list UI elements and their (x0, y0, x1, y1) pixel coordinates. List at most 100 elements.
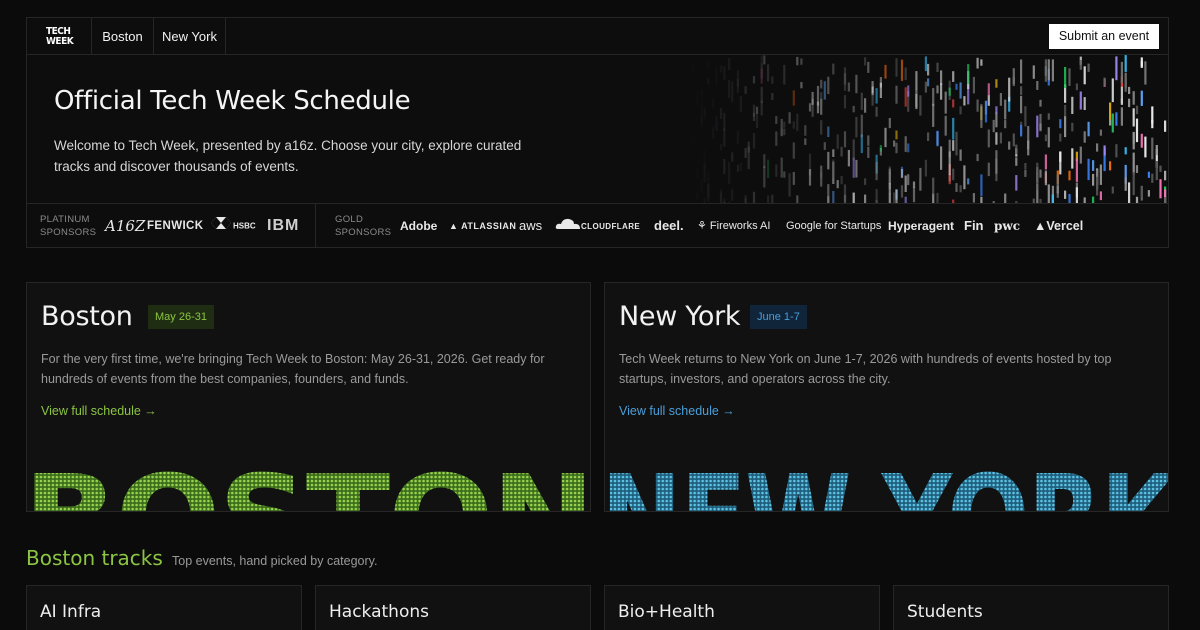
vercel-logo[interactable]: ▲Vercel (1034, 217, 1083, 235)
viz-bar (919, 177, 922, 191)
viz-bar (827, 76, 830, 95)
viz-bar (867, 135, 870, 146)
submit-event-button[interactable]: Submit an event (1049, 24, 1159, 49)
viz-bar (1015, 145, 1018, 155)
viz-bar (1120, 107, 1123, 126)
fin-logo[interactable]: Fin (964, 217, 984, 235)
track-card-ai-infra[interactable]: AI Infra (26, 585, 302, 630)
viz-bar (840, 146, 843, 157)
viz-bar (944, 91, 947, 114)
viz-bar (1164, 170, 1167, 181)
viz-bar (832, 191, 835, 203)
viz-bar (959, 185, 962, 193)
hero-frame: TECH WEEK Boston New York Submit an even… (26, 17, 1169, 248)
viz-bar (893, 192, 896, 203)
google-for-startups-logo[interactable]: Google for Startups (786, 217, 881, 235)
logo-line-1: TECH (46, 25, 71, 37)
viz-bar (987, 129, 990, 148)
viz-bar (940, 146, 943, 170)
viz-bar (1115, 112, 1118, 126)
view-schedule-link[interactable]: View full schedule → (619, 404, 735, 418)
viz-bar (915, 71, 918, 91)
viz-bar (867, 146, 870, 158)
nav-link-boston[interactable]: Boston (92, 18, 154, 55)
pwc-logo[interactable]: pwc (994, 217, 1020, 235)
viz-bar (900, 169, 904, 179)
viz-bar (959, 106, 962, 115)
deel-logo[interactable]: deel. (654, 217, 684, 235)
fireworks-ai-logo[interactable]: ⚘ Fireworks AI (697, 217, 770, 235)
viz-bar (843, 184, 847, 203)
viz-bar (1155, 161, 1158, 181)
viz-bar (1092, 173, 1095, 186)
viz-bar (992, 119, 995, 133)
track-name: Bio+Health (618, 602, 715, 622)
nav-link-new-york[interactable]: New York (154, 18, 226, 55)
track-card-bio-health[interactable]: Bio+Health (604, 585, 880, 630)
viz-bar (1135, 165, 1139, 173)
viz-bar (952, 99, 955, 108)
viz-bar (1044, 154, 1047, 170)
logo-text: TECH WEEK (46, 25, 74, 47)
viz-bar (855, 117, 858, 138)
viz-bar (827, 151, 830, 170)
vercel-text: Vercel (1046, 219, 1084, 233)
viz-bar (940, 83, 943, 100)
ibm-logo[interactable]: IBM (267, 217, 299, 235)
viz-bar (1044, 170, 1047, 186)
adobe-logo[interactable]: Adobe (400, 217, 437, 235)
cloudflare-logo[interactable]: CLOUDFLARE (555, 217, 640, 235)
viz-bar (1083, 131, 1086, 143)
hero-section: Official Tech Week Schedule Welcome to T… (27, 55, 1168, 203)
viz-bar (1064, 190, 1067, 199)
hsbc-logo[interactable]: HSBC (211, 217, 256, 235)
aws-logo[interactable]: aws (519, 217, 542, 235)
track-card-hackathons[interactable]: Hackathons (315, 585, 591, 630)
viz-bar (927, 78, 930, 87)
city-card-new-york[interactable]: New York June 1-7 Tech Week returns to N… (604, 282, 1169, 512)
fireworks-icon: ⚘ (697, 220, 710, 232)
atlassian-logo[interactable]: ▲ ATLASSIAN (449, 217, 516, 235)
viz-bar (895, 85, 898, 104)
viz-bar (987, 83, 990, 96)
viz-bar (907, 174, 910, 186)
viz-bar (1071, 122, 1074, 132)
viz-bar (952, 117, 955, 140)
a16z-logo[interactable]: A16Z (105, 217, 145, 235)
viz-bar (936, 131, 939, 147)
vercel-triangle-icon: ▲ (1034, 219, 1047, 233)
viz-bar (1144, 136, 1147, 158)
viz-bar (1124, 147, 1127, 155)
viz-bar (836, 180, 839, 189)
viz-bar (832, 149, 835, 157)
viz-bar (1115, 144, 1118, 158)
city-card-boston[interactable]: Boston May 26-31 For the very first time… (26, 282, 591, 512)
viz-bar (972, 76, 975, 94)
date-badge: May 26-31 (148, 305, 214, 329)
tech-week-logo[interactable]: TECH WEEK (27, 18, 92, 55)
viz-bar (1151, 173, 1154, 183)
viz-bar (847, 82, 850, 92)
viz-bar (927, 63, 930, 76)
viz-bar (1140, 133, 1143, 148)
view-schedule-link[interactable]: View full schedule → (41, 404, 157, 418)
track-card-students[interactable]: Students (893, 585, 1169, 630)
viz-bar (915, 90, 918, 108)
viz-bar (952, 168, 955, 181)
viz-bar (924, 56, 927, 72)
gold-label-line2: SPONSORS (335, 227, 392, 238)
viz-bar (1099, 191, 1102, 201)
viz-bar (1012, 133, 1015, 147)
viz-bar (1128, 86, 1131, 94)
viz-bar (1047, 184, 1050, 203)
fenwick-logo[interactable]: FENWICK (147, 217, 203, 235)
viz-bar (936, 85, 939, 94)
viz-bar (864, 57, 867, 66)
viz-bar (1099, 167, 1102, 174)
fireworks-text: Fireworks AI (709, 220, 771, 232)
city-name: Boston (41, 301, 133, 332)
viz-bar (980, 174, 983, 196)
viz-bar (1135, 105, 1139, 115)
hyperagent-logo[interactable]: Hyperagent (888, 217, 954, 235)
viz-bar (867, 61, 870, 73)
